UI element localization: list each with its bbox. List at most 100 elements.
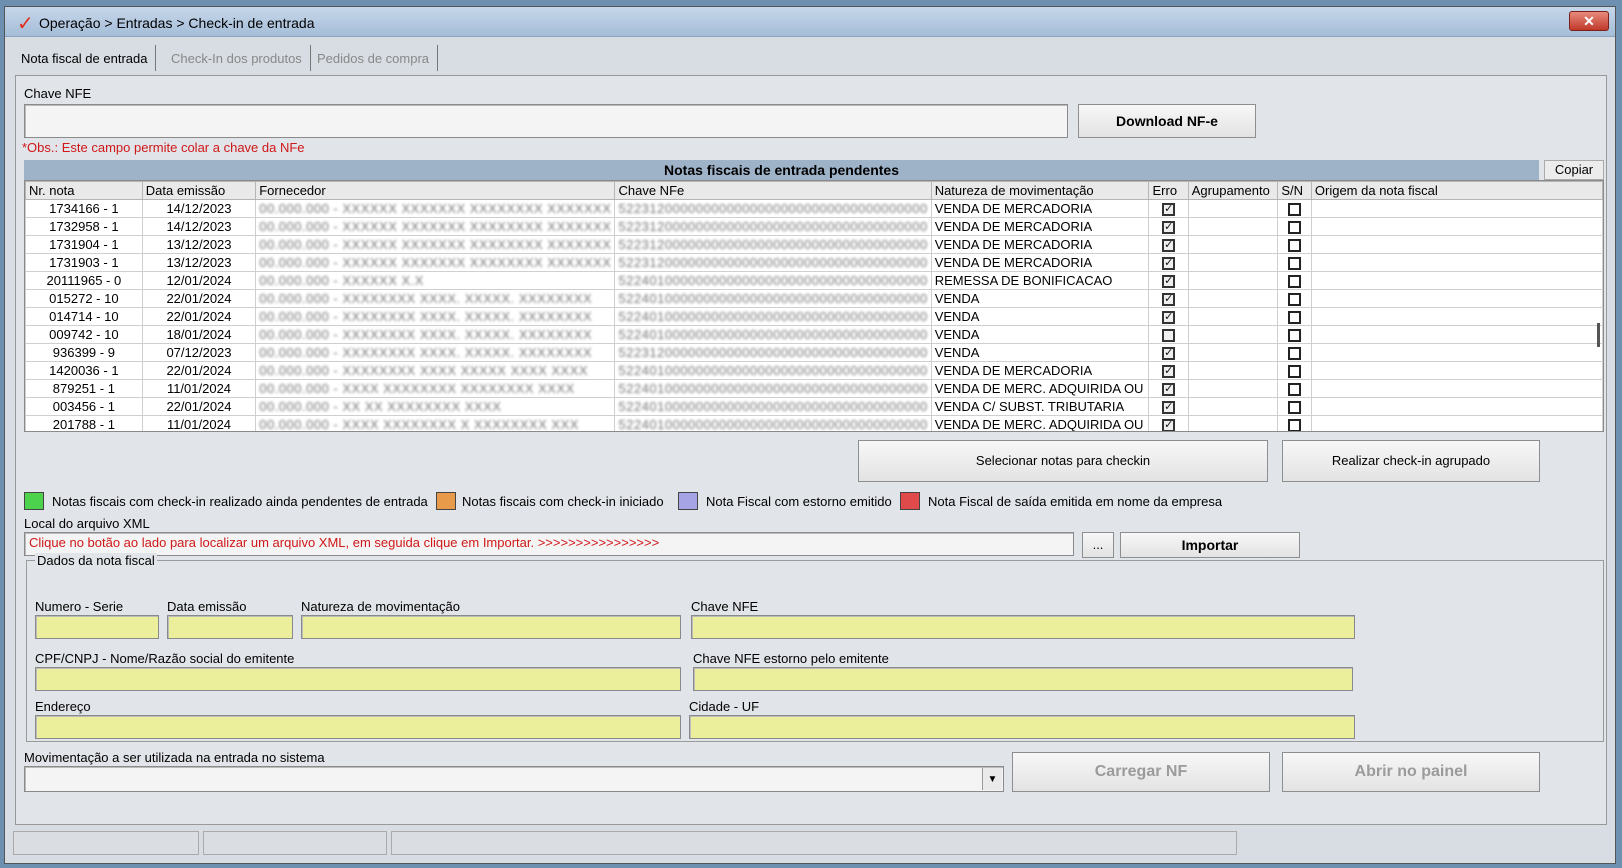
select-checkbox[interactable]: [1288, 401, 1302, 415]
cell-erro: ✓: [1148, 361, 1189, 380]
status-cell: [203, 831, 387, 855]
column-header[interactable]: Natureza de movimentação: [930, 181, 1150, 200]
cell-agrupamento: [1187, 253, 1279, 272]
column-header[interactable]: Origem da nota fiscal: [1310, 181, 1603, 200]
natureza-field[interactable]: [301, 615, 681, 639]
cell-fornecedor: 00.000.000 - XXXX XXXXXXXX X XXXXXXXX XX…: [255, 415, 616, 431]
cell-sn[interactable]: [1277, 361, 1312, 380]
cell-sn[interactable]: [1277, 379, 1312, 398]
table-row[interactable]: 20111965 - 0 12/01/2024 00.000.000 - XXXXX…: [25, 271, 1603, 290]
abrir-painel-button[interactable]: Abrir no painel: [1282, 752, 1540, 792]
cell-sn[interactable]: [1277, 397, 1312, 416]
select-checkbox[interactable]: [1288, 221, 1302, 235]
select-checkbox[interactable]: [1288, 311, 1302, 325]
data-emissao-field[interactable]: [167, 615, 293, 639]
download-nfe-button[interactable]: Download NF-e: [1078, 104, 1256, 138]
cell-sn[interactable]: [1277, 253, 1312, 272]
table-row[interactable]: 009742 - 10 18/01/2024 00.000.000 - XXXXXX…: [25, 325, 1603, 344]
movimentacao-select[interactable]: ▼: [24, 766, 1004, 792]
cidade-uf-field[interactable]: [689, 715, 1355, 739]
legend-color-orange: [436, 492, 456, 510]
cell-sn[interactable]: [1277, 343, 1312, 362]
grid-scrollbar[interactable]: [1597, 323, 1600, 347]
column-header[interactable]: Nr. nota: [25, 181, 143, 200]
table-row[interactable]: 936399 - 9 07/12/2023 00.000.000 - XXXXXXX…: [25, 343, 1603, 362]
endereco-field[interactable]: [35, 715, 681, 739]
cell-sn[interactable]: [1277, 217, 1312, 236]
browse-xml-button[interactable]: ...: [1082, 532, 1114, 558]
select-checkbox[interactable]: [1288, 293, 1302, 307]
data-emissao-label: Data emissão: [167, 599, 247, 614]
cell-agrupamento: [1187, 217, 1279, 236]
cell-sn[interactable]: [1277, 271, 1312, 290]
cell-sn[interactable]: [1277, 199, 1312, 218]
import-button[interactable]: Importar: [1120, 532, 1300, 558]
cell-chave-nfe: 5223120000000000000000000000000000000000: [614, 217, 932, 236]
tab-nota-fiscal-entrada[interactable]: Nota fiscal de entrada: [13, 45, 157, 71]
table-row[interactable]: 1732958 - 1 14/12/2023 00.000.000 - XXXXXX…: [25, 217, 1603, 236]
numero-serie-field[interactable]: [35, 615, 159, 639]
column-header[interactable]: Fornecedor: [255, 181, 616, 200]
column-header[interactable]: Agrupamento: [1187, 181, 1279, 200]
select-checkbox[interactable]: [1288, 275, 1302, 289]
cpf-cnpj-field[interactable]: [35, 667, 681, 691]
column-header[interactable]: Data emissão: [141, 181, 257, 200]
table-row[interactable]: 1731903 - 1 13/12/2023 00.000.000 - XXXXXX…: [25, 253, 1603, 272]
chave-nfe-note: *Obs.: Este campo permite colar a chave …: [22, 140, 305, 155]
column-header[interactable]: Chave NFe: [614, 181, 932, 200]
invoices-table: Nr. nota Data emissão Fornecedor Chave N…: [25, 181, 1603, 432]
cell-agrupamento: [1187, 289, 1279, 308]
table-row[interactable]: 015272 - 10 22/01/2024 00.000.000 - XXXXXX…: [25, 289, 1603, 308]
dropdown-arrow-icon[interactable]: ▼: [982, 768, 1002, 790]
cell-sn[interactable]: [1277, 289, 1312, 308]
legend-label: Nota Fiscal de saída emitida em nome da …: [928, 494, 1223, 509]
chave-nfe-data-field[interactable]: [691, 615, 1355, 639]
xml-path-input[interactable]: Clique no botão ao lado para localizar u…: [24, 532, 1074, 556]
checked-checkbox-icon: ✓: [1162, 365, 1176, 379]
cell-chave-nfe: 5223120000000000000000000000000000000000: [614, 199, 932, 218]
checked-checkbox-icon: ✓: [1162, 275, 1176, 289]
close-button[interactable]: ✕: [1569, 11, 1609, 31]
select-checkbox[interactable]: [1288, 257, 1302, 271]
cell-sn[interactable]: [1277, 415, 1312, 431]
table-row[interactable]: 014714 - 10 22/01/2024 00.000.000 - XXXXXX…: [25, 307, 1603, 326]
tab-check-in-produtos[interactable]: Check-In dos produtos: [163, 45, 311, 71]
column-header[interactable]: S/N: [1277, 181, 1312, 200]
table-row[interactable]: 1420036 - 1 22/01/2024 00.000.000 - XXXXXX…: [25, 361, 1603, 380]
select-checkbox[interactable]: [1288, 239, 1302, 253]
select-checkbox[interactable]: [1288, 347, 1302, 361]
cell-origem: [1310, 325, 1603, 344]
select-checkbox[interactable]: [1288, 419, 1302, 431]
checked-checkbox-icon: ✓: [1162, 419, 1176, 432]
column-header[interactable]: Erro: [1148, 181, 1189, 200]
cell-fornecedor: 00.000.000 - XXXXXXXX XXXX. XXXXX. XXXXX…: [255, 307, 616, 326]
cell-fornecedor: 00.000.000 - XXXXXXXX XXXX. XXXXX. XXXXX…: [255, 289, 616, 308]
table-row[interactable]: 1731904 - 1 13/12/2023 00.000.000 - XXXXXX…: [25, 235, 1603, 254]
chave-nfe-input[interactable]: [24, 104, 1068, 138]
table-row[interactable]: 1734166 - 1 14/12/2023 00.000.000 - XXXXXX…: [25, 199, 1603, 218]
select-checkbox[interactable]: [1288, 329, 1302, 343]
cell-sn[interactable]: [1277, 235, 1312, 254]
tab-content: Chave NFE Download NF-e *Obs.: Este camp…: [15, 75, 1607, 825]
cell-nr-nota: 1732958 - 1: [25, 217, 143, 236]
cell-data-emissao: 22/01/2024: [141, 361, 257, 380]
select-checkbox[interactable]: [1288, 383, 1302, 397]
copy-button[interactable]: Copiar: [1544, 160, 1604, 180]
main-window: ✓ Operação > Entradas > Check-in de entr…: [4, 6, 1616, 864]
invoice-data-group: Dados da nota fiscal Numero - Serie Data…: [26, 553, 1604, 742]
grouped-checkin-button[interactable]: Realizar check-in agrupado: [1282, 440, 1540, 482]
chave-estorno-field[interactable]: [693, 667, 1353, 691]
pending-invoices-grid[interactable]: Nr. nota Data emissão Fornecedor Chave N…: [24, 180, 1604, 432]
tab-pedidos-compra[interactable]: Pedidos de compra: [309, 45, 439, 71]
cell-sn[interactable]: [1277, 307, 1312, 326]
carregar-nf-button[interactable]: Carregar NF: [1012, 752, 1270, 792]
select-checkbox[interactable]: [1288, 365, 1302, 379]
table-row[interactable]: 879251 - 1 11/01/2024 00.000.000 - XXXX XX…: [25, 379, 1603, 398]
select-checkbox[interactable]: [1288, 203, 1302, 217]
select-notes-button[interactable]: Selecionar notas para checkin: [858, 440, 1268, 482]
table-row[interactable]: 201788 - 1 11/01/2024 00.000.000 - XXXX XX…: [25, 415, 1603, 432]
cell-sn[interactable]: [1277, 325, 1312, 344]
table-row[interactable]: 003456 - 1 22/01/2024 00.000.000 - XX XX X…: [25, 397, 1603, 416]
cell-agrupamento: [1187, 343, 1279, 362]
cell-agrupamento: [1187, 379, 1279, 398]
